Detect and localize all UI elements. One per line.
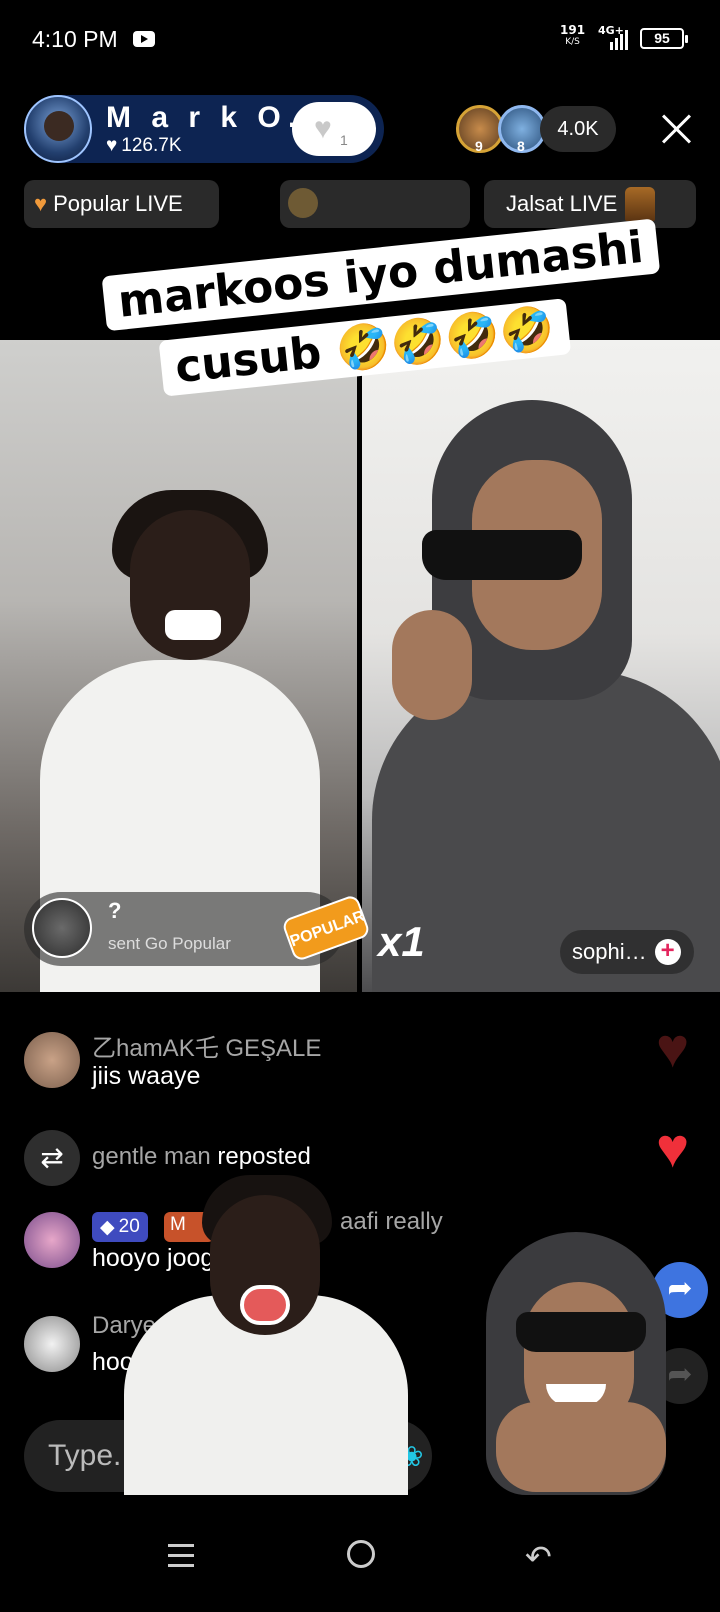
guest-sunglasses <box>422 530 582 580</box>
chat-avatar[interactable] <box>24 1032 80 1088</box>
badge-pill[interactable] <box>280 180 470 228</box>
chat-username[interactable]: gentle man reposted <box>92 1143 311 1171</box>
top-viewer-avatar[interactable]: 8 <box>498 105 546 154</box>
viewer-rank: 8 <box>517 138 525 154</box>
heart-icon: ♥ <box>106 135 118 156</box>
guest-hand <box>392 610 472 720</box>
youtube-notification-icon <box>133 31 155 47</box>
follow-count: 1 <box>340 132 348 148</box>
lantern-icon <box>625 187 656 221</box>
close-icon[interactable] <box>660 112 694 146</box>
top-viewer-avatar[interactable]: 9 <box>456 105 504 154</box>
follow-plus-icon[interactable]: + <box>654 939 681 965</box>
gift-description: sent Go Popular <box>108 934 231 953</box>
gifter-avatar <box>32 898 92 958</box>
chat-avatar[interactable] <box>24 1212 80 1268</box>
home-icon[interactable] <box>347 1540 375 1568</box>
host-likes-count: 126.7K <box>121 135 182 156</box>
status-bar: 4:10 PM 191 K/S 4G+ 95 <box>0 0 720 80</box>
back-icon[interactable]: ↶ <box>525 1538 552 1576</box>
badge-icon <box>288 188 318 218</box>
battle-multiplier: x1 <box>378 918 425 965</box>
guest-name: sophi… <box>572 939 647 964</box>
gift-notification-banner: ? sent Go Popular POPULAR <box>24 892 372 966</box>
jalsat-live-label: Jalsat LIVE <box>506 191 618 216</box>
network-speed-unit: K/S <box>565 37 580 47</box>
chat-message: jiis waaye <box>92 1062 201 1090</box>
repost-action: reposted <box>217 1143 311 1170</box>
broken-heart-icon: ♥ <box>34 191 48 216</box>
host-profile-pill[interactable]: M a r k O… ♥ 126.7K ♥ 1 <box>24 95 384 163</box>
host-mouth <box>165 610 221 640</box>
sticker-mouth <box>240 1285 290 1325</box>
host-sticker <box>124 1175 408 1495</box>
network-speed: 191 K/S <box>560 24 585 48</box>
sticker-hands <box>496 1402 666 1492</box>
diamond-icon: ◆ <box>100 1216 115 1238</box>
host-likes: ♥ 126.7K <box>106 135 182 157</box>
popular-live-pill[interactable]: ♥ Popular LIVE <box>24 180 219 228</box>
floating-heart-icon: ♥ <box>656 1016 690 1079</box>
viewer-rank: 9 <box>475 138 483 154</box>
signal-icon: 4G+ <box>598 24 628 50</box>
heart-icon: ♥ <box>314 112 332 145</box>
guest-sticker <box>446 1232 696 1495</box>
repost-username: gentle man <box>92 1143 211 1170</box>
network-speed-value: 191 <box>560 23 586 37</box>
system-nav-bar: ↶ <box>0 1520 720 1612</box>
battery-icon: 95 <box>640 28 688 49</box>
floating-heart-icon: ♥ <box>656 1116 690 1179</box>
chat-avatar[interactable] <box>24 1316 80 1372</box>
sticker-sunglasses <box>516 1312 646 1352</box>
viewer-count-button[interactable]: 4.0K <box>540 106 616 152</box>
chat-username[interactable]: 乙hamAK乇 GEŞALE <box>92 1028 321 1063</box>
guest-name-tag[interactable]: sophi… + <box>560 930 694 974</box>
guest-video-feed[interactable] <box>362 340 720 992</box>
gifter-name: ? <box>108 898 122 923</box>
follow-heart-button[interactable]: ♥ 1 <box>292 102 376 156</box>
caption-line: markoos iyo dumashi <box>101 218 660 332</box>
popular-gift-badge: POPULAR <box>280 893 372 963</box>
popular-live-label: Popular LIVE <box>53 191 183 216</box>
recent-apps-icon[interactable] <box>168 1544 194 1568</box>
repost-icon: ⇄ <box>24 1130 80 1186</box>
status-time: 4:10 PM <box>32 26 118 52</box>
host-name: M a r k O… <box>106 101 323 134</box>
host-avatar[interactable] <box>24 95 92 163</box>
